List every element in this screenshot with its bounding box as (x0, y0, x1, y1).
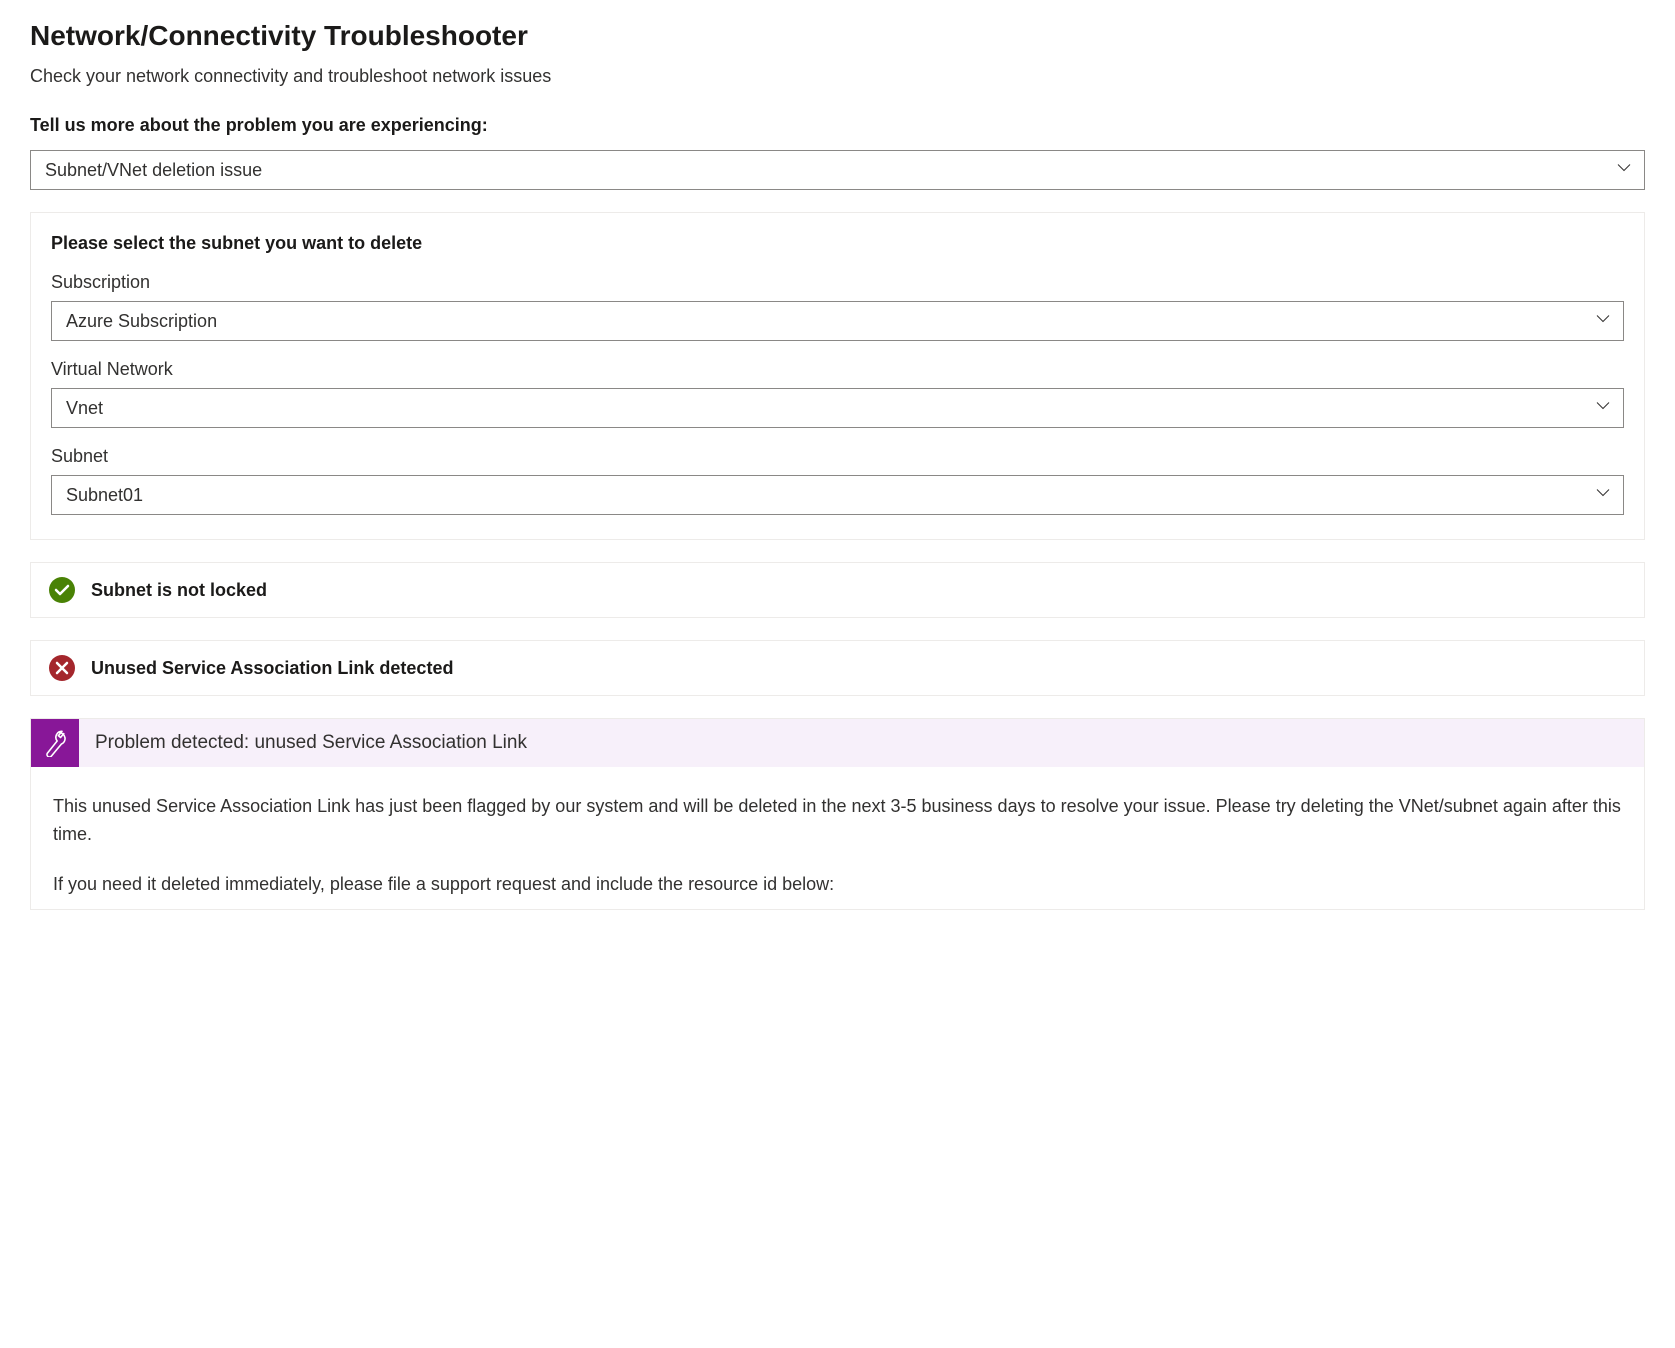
problem-detail-section: Problem detected: unused Service Associa… (30, 718, 1645, 910)
problem-type-value: Subnet/VNet deletion issue (45, 160, 262, 181)
vnet-select[interactable]: Vnet (51, 388, 1624, 428)
page-title: Network/Connectivity Troubleshooter (30, 20, 1645, 52)
subnet-panel-title: Please select the subnet you want to del… (51, 233, 1624, 254)
problem-detail-header: Problem detected: unused Service Associa… (30, 718, 1645, 767)
vnet-value: Vnet (66, 398, 103, 419)
vnet-label: Virtual Network (51, 359, 1624, 380)
problem-detail-body: This unused Service Association Link has… (30, 767, 1645, 910)
subnet-select[interactable]: Subnet01 (51, 475, 1624, 515)
problem-prompt-label: Tell us more about the problem you are e… (30, 115, 1645, 136)
status-error-card: Unused Service Association Link detected (30, 640, 1645, 696)
status-error-text: Unused Service Association Link detected (91, 658, 453, 679)
status-ok-card: Subnet is not locked (30, 562, 1645, 618)
problem-paragraph-2: If you need it deleted immediately, plea… (53, 871, 1622, 899)
subscription-label: Subscription (51, 272, 1624, 293)
subnet-label: Subnet (51, 446, 1624, 467)
subnet-select-panel: Please select the subnet you want to del… (30, 212, 1645, 540)
problem-detail-title: Problem detected: unused Service Associa… (79, 719, 543, 767)
error-circle-icon (49, 655, 75, 681)
status-ok-text: Subnet is not locked (91, 580, 267, 601)
subnet-value: Subnet01 (66, 485, 143, 506)
subscription-select[interactable]: Azure Subscription (51, 301, 1624, 341)
wrench-icon (31, 719, 79, 767)
subscription-value: Azure Subscription (66, 311, 217, 332)
page-subtitle: Check your network connectivity and trou… (30, 66, 1645, 87)
problem-type-select[interactable]: Subnet/VNet deletion issue (30, 150, 1645, 190)
checkmark-circle-icon (49, 577, 75, 603)
problem-paragraph-1: This unused Service Association Link has… (53, 793, 1622, 849)
